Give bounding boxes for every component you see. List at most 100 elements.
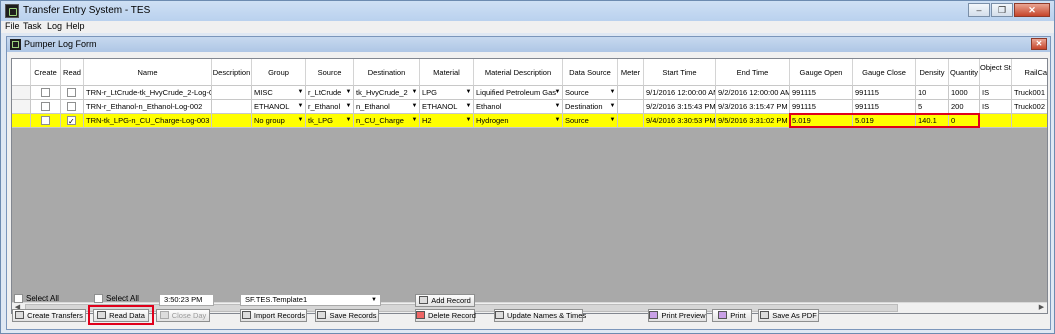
cell-material[interactable]: LPG ▼	[420, 86, 474, 100]
column-header-material[interactable]: Material	[420, 59, 474, 86]
cell-destination[interactable]: n_Ethanol ▼	[354, 100, 420, 114]
read-checkbox[interactable]	[67, 88, 76, 97]
create-checkbox[interactable]	[41, 88, 50, 97]
read-checkbox[interactable]	[67, 102, 76, 111]
cell-source[interactable]: tk_LPG ▼	[306, 114, 354, 128]
column-header-gauge-close[interactable]: Gauge Close	[853, 59, 916, 86]
print-preview-button[interactable]: Print Preview	[648, 309, 707, 322]
create-checkbox[interactable]	[41, 116, 50, 125]
child-close-button[interactable]: ✕	[1031, 38, 1047, 50]
time-field[interactable]: 3:50:23 PM	[159, 294, 214, 306]
column-header-source[interactable]: Source	[306, 59, 354, 86]
data-grid[interactable]: Create Read Name Description Group Source Dest…	[11, 58, 1048, 314]
cell-railcar[interactable]: Truck002	[1012, 100, 1047, 114]
close-button[interactable]: ✕	[1014, 3, 1050, 17]
cell-read[interactable]	[61, 86, 84, 100]
dropdown-arrow-icon[interactable]: ▼	[608, 114, 617, 127]
cell-material[interactable]: ETHANOL ▼	[420, 100, 474, 114]
cell-object-status[interactable]: IS	[980, 100, 1012, 114]
menu-log[interactable]: Log	[47, 21, 62, 31]
cell-group[interactable]: MISC ▼	[252, 86, 306, 100]
column-header-data-source[interactable]: Data Source	[563, 59, 618, 86]
cell-meter[interactable]	[618, 86, 644, 100]
restore-button[interactable]: ❐	[991, 3, 1013, 17]
column-header-railcar-tr[interactable]: RailCar/Tr	[1012, 59, 1047, 86]
cell-gauge-close[interactable]: 5.019	[853, 114, 916, 128]
select-all-create-checkbox[interactable]	[14, 294, 23, 303]
column-header-destination[interactable]: Destination	[354, 59, 420, 86]
table-row[interactable]: TRN-r_LtCrude-tk_HvyCrude_2-Log-001 MISC ▼…	[12, 86, 1047, 100]
column-header-start-time[interactable]: Start Time	[644, 59, 716, 86]
column-header-create[interactable]: Create	[31, 59, 61, 86]
dropdown-arrow-icon[interactable]: ▼	[344, 86, 353, 99]
dropdown-arrow-icon[interactable]: ▼	[608, 100, 617, 113]
cell-create[interactable]	[31, 86, 61, 100]
cell-create[interactable]	[31, 114, 61, 128]
update-names-times-button[interactable]: Update Names & Times	[494, 309, 586, 322]
column-header-gauge-open[interactable]: Gauge Open	[790, 59, 853, 86]
dropdown-arrow-icon[interactable]: ▼	[553, 114, 562, 127]
table-row[interactable]: TRN-tk_LPG-n_CU_Charge-Log-003 No group▼t…	[12, 114, 1047, 128]
table-row[interactable]: TRN-r_Ethanol-n_Ethanol-Log-002 ETHANOL ▼ r…	[12, 100, 1047, 114]
select-all-read-checkbox[interactable]	[94, 294, 103, 303]
dropdown-arrow-icon[interactable]: ▼	[296, 100, 305, 113]
cell-quantity[interactable]: 200	[949, 100, 980, 114]
dropdown-arrow-icon[interactable]: ▼	[344, 100, 353, 113]
cell-group[interactable]: No group ▼	[252, 114, 306, 128]
cell-source[interactable]: r_LtCrude ▼	[306, 86, 354, 100]
cell-railcar[interactable]	[1012, 114, 1047, 128]
dropdown-arrow-icon[interactable]: ▼	[464, 86, 473, 99]
column-header-read[interactable]: Read	[61, 59, 84, 86]
column-header-group[interactable]: Group	[252, 59, 306, 86]
cell-end-time[interactable]: 9/3/2016 3:15:47 PM	[716, 100, 790, 114]
dropdown-arrow-icon[interactable]: ▼	[608, 86, 617, 99]
dropdown-arrow-icon[interactable]: ▼	[464, 100, 473, 113]
cell-meter[interactable]	[618, 114, 644, 128]
dropdown-arrow-icon[interactable]: ▼	[296, 86, 305, 99]
cell-name[interactable]: TRN-tk_LPG-n_CU_Charge-Log-003	[84, 114, 212, 128]
save-as-pdf-button[interactable]: Save As PDF	[758, 309, 819, 322]
cell-start-time[interactable]: 9/2/2016 3:15:43 PM	[644, 100, 716, 114]
row-header[interactable]	[12, 114, 31, 128]
cell-read[interactable]	[61, 114, 84, 128]
print-button[interactable]: Print	[712, 309, 752, 322]
create-transfers-button[interactable]: Create Transfers	[12, 309, 86, 322]
row-header[interactable]	[12, 86, 31, 100]
cell-description[interactable]	[212, 100, 252, 114]
cell-name[interactable]: TRN-r_LtCrude-tk_HvyCrude_2-Log-001	[84, 86, 212, 100]
cell-quantity[interactable]: 1000	[949, 86, 980, 100]
import-records-button[interactable]: Import Records	[240, 309, 307, 322]
cell-description[interactable]	[212, 114, 252, 128]
menu-task[interactable]: Task	[23, 21, 42, 31]
cell-data-source[interactable]: Destination ▼	[563, 100, 618, 114]
cell-description[interactable]	[212, 86, 252, 100]
cell-gauge-open[interactable]: 5.019	[790, 114, 853, 128]
cell-destination[interactable]: n_CU_Charge ▼	[354, 114, 420, 128]
column-header-material-description[interactable]: Material Description	[474, 59, 563, 86]
create-checkbox[interactable]	[41, 102, 50, 111]
column-header-density[interactable]: Density	[916, 59, 949, 86]
cell-group[interactable]: ETHANOL ▼	[252, 100, 306, 114]
add-record-button[interactable]: Add Record	[415, 294, 475, 307]
cell-end-time[interactable]: 9/2/2016 12:00:00 AM	[716, 86, 790, 100]
cell-density[interactable]: 5	[916, 100, 949, 114]
cell-material-description[interactable]: Hydrogen ▼	[474, 114, 563, 128]
menu-help[interactable]: Help	[66, 21, 85, 31]
column-header-quantity[interactable]: Quantity	[949, 59, 980, 86]
dropdown-arrow-icon[interactable]: ▼	[410, 86, 419, 99]
read-checkbox[interactable]	[67, 115, 76, 127]
column-header-name[interactable]: Name	[84, 59, 212, 86]
cell-create[interactable]	[31, 100, 61, 114]
cell-start-time[interactable]: 9/1/2016 12:00:00 AM	[644, 86, 716, 100]
column-header-object-status[interactable]: Object Status	[980, 59, 1012, 86]
minimize-button[interactable]: –	[968, 3, 990, 17]
save-records-button[interactable]: Save Records	[315, 309, 379, 322]
cell-source[interactable]: r_Ethanol ▼	[306, 100, 354, 114]
delete-record-button[interactable]: Delete Record	[415, 309, 476, 322]
column-header-end-time[interactable]: End Time	[716, 59, 790, 86]
close-day-button[interactable]: Close Day	[156, 309, 210, 322]
dropdown-arrow-icon[interactable]: ▼	[296, 114, 305, 127]
dropdown-arrow-icon[interactable]: ▼	[464, 114, 473, 127]
cell-data-source[interactable]: Source ▼	[563, 86, 618, 100]
cell-quantity[interactable]: 0	[949, 114, 980, 128]
